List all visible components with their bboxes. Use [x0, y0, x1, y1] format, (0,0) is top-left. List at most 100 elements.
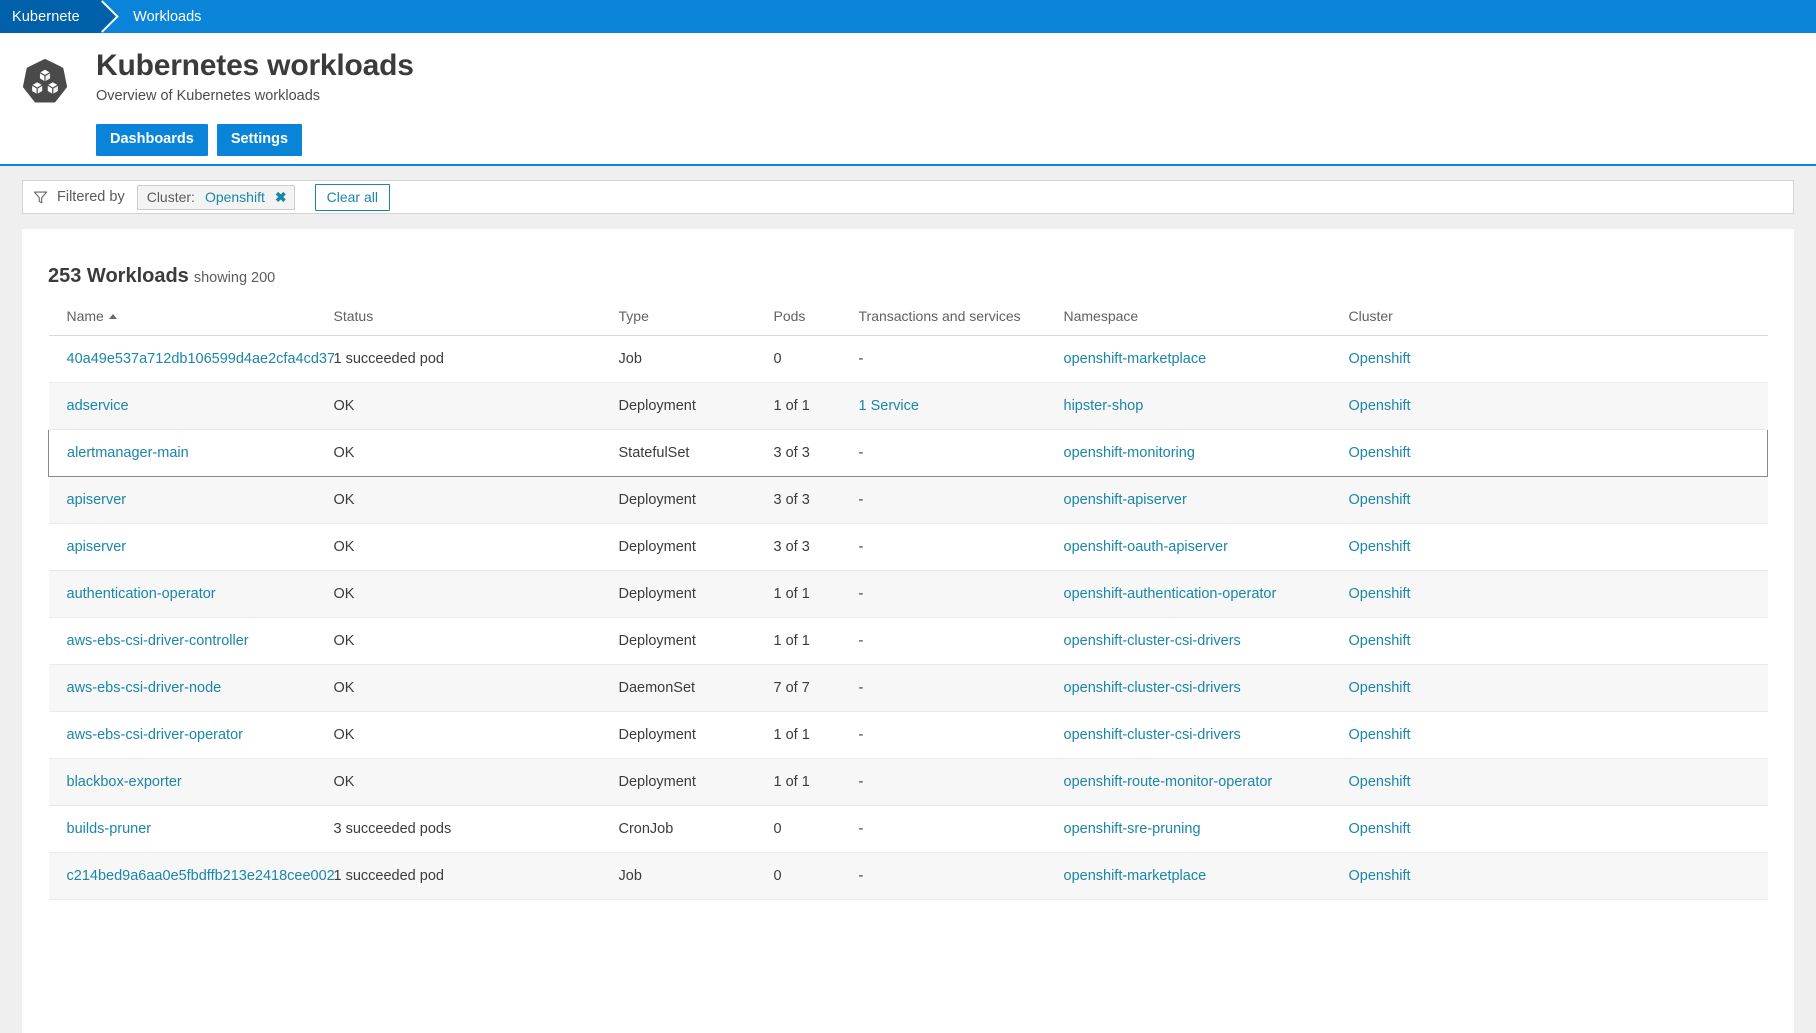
- cell-name-link[interactable]: alertmanager-main: [67, 445, 189, 461]
- column-header-pods[interactable]: Pods: [773, 308, 859, 336]
- filter-funnel-icon: [33, 190, 48, 205]
- cell-namespace-link[interactable]: openshift-cluster-csi-drivers: [1064, 680, 1241, 696]
- table-row[interactable]: 40a49e537a712db106599d4ae2cfa4cd3727: 1 s…: [48, 335, 1768, 383]
- column-header-cluster[interactable]: Cluster: [1348, 308, 1768, 336]
- column-header-type[interactable]: Type: [618, 308, 774, 336]
- filter-chip-cluster[interactable]: Cluster: Openshift ✖: [136, 184, 295, 210]
- cell-namespace-link[interactable]: openshift-authentication-operator: [1064, 586, 1277, 602]
- cell-cluster-link[interactable]: Openshift: [1349, 539, 1411, 555]
- table-row[interactable]: aws-ebs-csi-driver-node OK DaemonSet 7 of 7…: [48, 664, 1768, 712]
- cell-cluster-link[interactable]: Openshift: [1349, 492, 1411, 508]
- cell-status: OK: [333, 758, 619, 806]
- cell-name-link[interactable]: apiserver: [67, 539, 127, 555]
- cell-name-link[interactable]: aws-ebs-csi-driver-operator: [67, 727, 243, 743]
- cell-namespace: openshift-route-monitor-operator: [1063, 758, 1349, 806]
- table-row[interactable]: aws-ebs-csi-driver-controller OK Deploymen…: [48, 617, 1768, 665]
- dashboards-button[interactable]: Dashboards: [96, 123, 208, 156]
- cell-name: builds-pruner: [48, 805, 334, 853]
- table-row[interactable]: c214bed9a6aa0e5fbdffb213e2418cee0027a 1 s…: [48, 852, 1768, 900]
- column-header-name[interactable]: Name: [48, 308, 334, 336]
- cell-transactions: -: [858, 617, 1064, 665]
- table-row[interactable]: blackbox-exporter OK Deployment 1 of 1- open…: [48, 758, 1768, 806]
- cell-cluster-link[interactable]: Openshift: [1349, 680, 1411, 696]
- cell-namespace-link[interactable]: openshift-marketplace: [1064, 351, 1207, 367]
- cell-name-link[interactable]: c214bed9a6aa0e5fbdffb213e2418cee0027a: [67, 868, 334, 884]
- cell-cluster-link[interactable]: Openshift: [1349, 586, 1411, 602]
- table-row[interactable]: authentication-operator OK Deployment 1 of …: [48, 570, 1768, 618]
- cell-cluster-link[interactable]: Openshift: [1349, 821, 1411, 837]
- cell-pods: 3 of 3: [773, 429, 859, 477]
- table-row[interactable]: apiserver OK Deployment 3 of 3- openshift-ap…: [48, 476, 1768, 524]
- column-header-namespace[interactable]: Namespace: [1063, 308, 1349, 336]
- cell-namespace-link[interactable]: openshift-sre-pruning: [1064, 821, 1201, 837]
- cell-namespace-link[interactable]: openshift-cluster-csi-drivers: [1064, 633, 1241, 649]
- cell-cluster-link[interactable]: Openshift: [1349, 633, 1411, 649]
- cell-pods: 3 of 3: [773, 476, 859, 524]
- cell-name-link[interactable]: builds-pruner: [67, 821, 152, 837]
- cell-namespace-link[interactable]: openshift-cluster-csi-drivers: [1064, 727, 1241, 743]
- table-header: Name Status Type Pods Transactions and s…: [48, 308, 1768, 336]
- cell-name-link[interactable]: authentication-operator: [67, 586, 216, 602]
- breadcrumb-item-workloads[interactable]: Workloads: [123, 0, 215, 33]
- cell-transactions-link[interactable]: 1 Service: [859, 398, 919, 414]
- cell-status: OK: [333, 429, 619, 477]
- cell-namespace-link[interactable]: openshift-monitoring: [1064, 445, 1195, 461]
- cell-transactions: -: [858, 335, 1064, 383]
- cell-cluster: Openshift: [1348, 758, 1768, 806]
- column-header-status[interactable]: Status: [333, 308, 619, 336]
- cell-namespace: openshift-cluster-csi-drivers: [1063, 617, 1349, 665]
- cell-namespace-link[interactable]: hipster-shop: [1064, 398, 1144, 414]
- cell-name-link[interactable]: 40a49e537a712db106599d4ae2cfa4cd3727:: [67, 351, 334, 367]
- table-row[interactable]: builds-pruner 3 succeeded pods CronJob 0- op…: [48, 805, 1768, 853]
- cell-cluster-link[interactable]: Openshift: [1349, 868, 1411, 884]
- cell-name-link[interactable]: apiserver: [67, 492, 127, 508]
- cell-name-link[interactable]: adservice: [67, 398, 129, 414]
- cell-name: aws-ebs-csi-driver-node: [48, 664, 334, 712]
- cell-status: OK: [333, 476, 619, 524]
- cell-name: apiserver: [48, 523, 334, 571]
- table-row[interactable]: adservice OK Deployment 1 of 11 Service hips…: [48, 382, 1768, 430]
- cell-transactions: -: [858, 429, 1064, 477]
- cell-name-link[interactable]: blackbox-exporter: [67, 774, 182, 790]
- breadcrumb-chevron-icon: [79, 0, 123, 33]
- cell-cluster-link[interactable]: Openshift: [1349, 398, 1411, 414]
- cell-status: 1 succeeded pod: [333, 852, 619, 900]
- settings-button[interactable]: Settings: [216, 123, 303, 156]
- cell-name: authentication-operator: [48, 570, 334, 618]
- cell-name-link[interactable]: aws-ebs-csi-driver-node: [67, 680, 222, 696]
- close-icon[interactable]: ✖: [275, 190, 287, 204]
- cell-namespace-link[interactable]: openshift-marketplace: [1064, 868, 1207, 884]
- cell-cluster-link[interactable]: Openshift: [1349, 727, 1411, 743]
- cell-namespace-link[interactable]: openshift-oauth-apiserver: [1064, 539, 1228, 555]
- clear-all-button[interactable]: Clear all: [314, 183, 390, 211]
- cell-pods: 1 of 1: [773, 758, 859, 806]
- cell-cluster: Openshift: [1348, 429, 1768, 477]
- cell-cluster-link[interactable]: Openshift: [1349, 445, 1411, 461]
- cell-cluster-link[interactable]: Openshift: [1349, 351, 1411, 367]
- cell-type: Job: [618, 852, 774, 900]
- cell-namespace-link[interactable]: openshift-apiserver: [1064, 492, 1187, 508]
- cell-namespace: openshift-cluster-csi-drivers: [1063, 711, 1349, 759]
- cell-namespace: openshift-marketplace: [1063, 852, 1349, 900]
- breadcrumb-current-label: Workloads: [133, 8, 202, 25]
- cell-cluster-link[interactable]: Openshift: [1349, 774, 1411, 790]
- column-header-transactions[interactable]: Transactions and services: [858, 308, 1064, 336]
- cell-namespace: openshift-marketplace: [1063, 335, 1349, 383]
- cell-type: Job: [618, 335, 774, 383]
- cell-type: StatefulSet: [618, 429, 774, 477]
- cell-type: DaemonSet: [618, 664, 774, 712]
- table-row[interactable]: apiserver OK Deployment 3 of 3- openshift-oa…: [48, 523, 1768, 571]
- cell-pods: 1 of 1: [773, 570, 859, 618]
- cell-name: blackbox-exporter: [48, 758, 334, 806]
- cell-transactions: -: [858, 476, 1064, 524]
- cell-namespace: openshift-cluster-csi-drivers: [1063, 664, 1349, 712]
- cell-name-link[interactable]: aws-ebs-csi-driver-controller: [67, 633, 249, 649]
- table-row[interactable]: aws-ebs-csi-driver-operator OK Deployment 1…: [48, 711, 1768, 759]
- cell-namespace: openshift-sre-pruning: [1063, 805, 1349, 853]
- cell-name: 40a49e537a712db106599d4ae2cfa4cd3727:: [48, 335, 334, 383]
- cell-namespace-link[interactable]: openshift-route-monitor-operator: [1064, 774, 1273, 790]
- table-row[interactable]: alertmanager-main OK StatefulSet 3 of 3- ope…: [48, 429, 1768, 477]
- cell-cluster: Openshift: [1348, 476, 1768, 524]
- cell-transactions: 1 Service: [858, 382, 1064, 430]
- cell-status: OK: [333, 523, 619, 571]
